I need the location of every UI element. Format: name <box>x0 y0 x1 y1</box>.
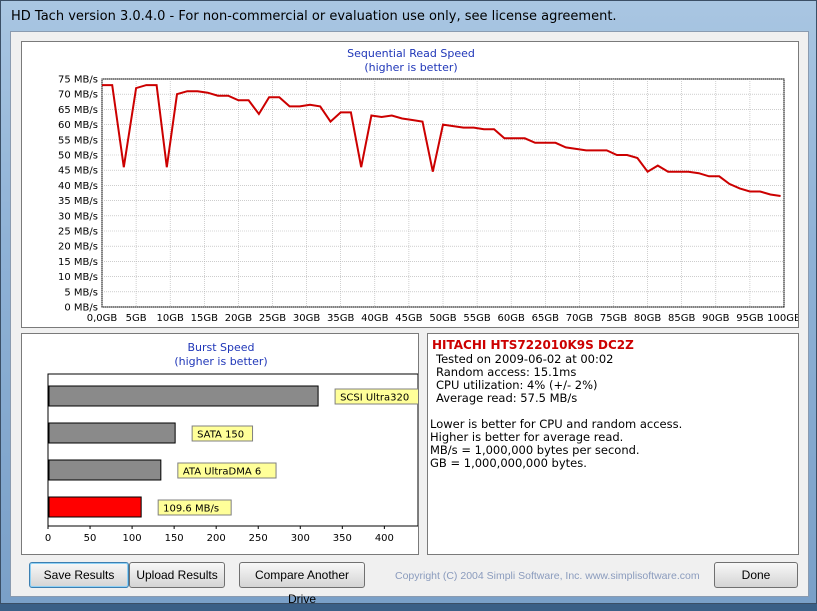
x-tick-label: 45GB <box>395 313 422 324</box>
copyright-notice: Copyright (C) 2004 Simpli Software, Inc.… <box>395 570 700 582</box>
title-bar[interactable]: HD Tach version 3.0.4.0 - For non-commer… <box>1 1 816 33</box>
burst-bar-label: ATA UltraDMA 6 <box>183 467 261 478</box>
y-tick-label: 5 MB/s <box>64 287 98 298</box>
x-tick-label: 95GB <box>736 313 763 324</box>
average-read: Average read: 57.5 MB/s <box>436 391 578 405</box>
burst-x-tick-label: 150 <box>165 533 184 544</box>
x-tick-label: 10GB <box>157 313 184 324</box>
y-tick-label: 30 MB/s <box>58 211 98 222</box>
y-tick-label: 40 MB/s <box>58 181 98 192</box>
burst-x-tick-label: 200 <box>207 533 226 544</box>
cpu-utilization: CPU utilization: 4% (+/- 2%) <box>436 378 598 392</box>
y-tick-label: 70 MB/s <box>58 90 98 101</box>
app-window: HD Tach version 3.0.4.0 - For non-commer… <box>0 0 817 606</box>
drive-info-panel: HITACHI HTS722010K9S DC2Z Tested on 2009… <box>427 333 799 555</box>
tested-on: Tested on 2009-06-02 at 00:02 <box>436 352 614 366</box>
x-tick-label: 80GB <box>634 313 661 324</box>
x-tick-label: 60GB <box>498 313 525 324</box>
x-tick-label: 65GB <box>532 313 559 324</box>
burst-bar <box>48 385 319 407</box>
y-tick-label: 35 MB/s <box>58 196 98 207</box>
burst-x-tick-label: 50 <box>84 533 97 544</box>
x-tick-label: 70GB <box>566 313 593 324</box>
burst-bar <box>48 459 162 481</box>
y-tick-label: 55 MB/s <box>58 135 98 146</box>
y-tick-label: 50 MB/s <box>58 151 98 162</box>
x-tick-label: 55GB <box>463 313 490 324</box>
window-title: HD Tach version 3.0.4.0 - For non-commer… <box>11 9 617 24</box>
x-tick-label: 35GB <box>327 313 354 324</box>
sequential-read-panel: Sequential Read Speed (higher is better)… <box>21 41 799 328</box>
x-tick-label: 30GB <box>293 313 320 324</box>
y-tick-label: 0 MB/s <box>64 303 98 314</box>
x-tick-label: 90GB <box>702 313 729 324</box>
burst-speed-chart: 0 50 100 150 200 250 300 350 400 SCSI Ultra320 SAT… <box>45 373 418 544</box>
note-gb-definition: GB = 1,000,000,000 bytes. <box>430 456 587 470</box>
burst-bar <box>48 496 142 518</box>
compare-another-drive-button[interactable]: Compare Another Drive <box>239 562 365 606</box>
y-tick-label: 15 MB/s <box>58 257 98 268</box>
y-tick-label: 45 MB/s <box>58 166 98 177</box>
burst-x-tick-label: 400 <box>375 533 394 544</box>
y-tick-label: 65 MB/s <box>58 105 98 116</box>
x-tick-label: 5GB <box>126 313 147 324</box>
x-tick-label: 0,0GB <box>87 313 118 324</box>
note-mbs-definition: MB/s = 1,000,000 bytes per second. <box>430 443 640 457</box>
client-area: Sequential Read Speed (higher is better)… <box>10 31 809 606</box>
burst-bar <box>48 422 176 444</box>
x-tick-label: 100GB <box>767 313 798 324</box>
burst-speed-panel: Burst Speed (higher is better) 0 50 100 150… <box>21 333 419 555</box>
upload-results-button[interactable]: Upload Results <box>129 562 225 588</box>
x-tick-label: 20GB <box>225 313 252 324</box>
save-results-button[interactable]: Save Results <box>29 562 129 588</box>
burst-x-tick-label: 100 <box>123 533 142 544</box>
sequential-read-chart: 0 MB/s 5 MB/s 10 MB/s 15 MB/s 20 MB/s 25 MB/s… <box>58 75 798 325</box>
x-tick-label: 40GB <box>361 313 388 324</box>
y-tick-label: 10 MB/s <box>58 272 98 283</box>
burst-bar-label: SATA 150 <box>197 430 244 441</box>
note-higher-better: Higher is better for average read. <box>430 430 624 444</box>
y-tick-label: 60 MB/s <box>58 120 98 131</box>
burst-x-tick-label: 300 <box>291 533 310 544</box>
x-tick-label: 75GB <box>600 313 627 324</box>
drive-name: HITACHI HTS722010K9S DC2Z <box>432 338 634 352</box>
x-tick-label: 85GB <box>668 313 695 324</box>
x-tick-label: 15GB <box>191 313 218 324</box>
burst-x-tick-label: 0 <box>45 533 51 544</box>
burst-x-tick-label: 250 <box>249 533 268 544</box>
x-tick-label: 25GB <box>259 313 286 324</box>
y-tick-label: 20 MB/s <box>58 242 98 253</box>
y-tick-label: 75 MB/s <box>58 75 98 86</box>
done-button[interactable]: Done <box>714 562 798 588</box>
burst-bar-label: SCSI Ultra320 <box>340 393 409 404</box>
random-access: Random access: 15.1ms <box>436 365 577 379</box>
note-lower-better: Lower is better for CPU and random acces… <box>430 417 683 431</box>
burst-x-tick-label: 350 <box>333 533 352 544</box>
burst-bar-label: 109.6 MB/s <box>163 504 219 515</box>
x-tick-label: 50GB <box>429 313 456 324</box>
y-tick-label: 25 MB/s <box>58 227 98 238</box>
